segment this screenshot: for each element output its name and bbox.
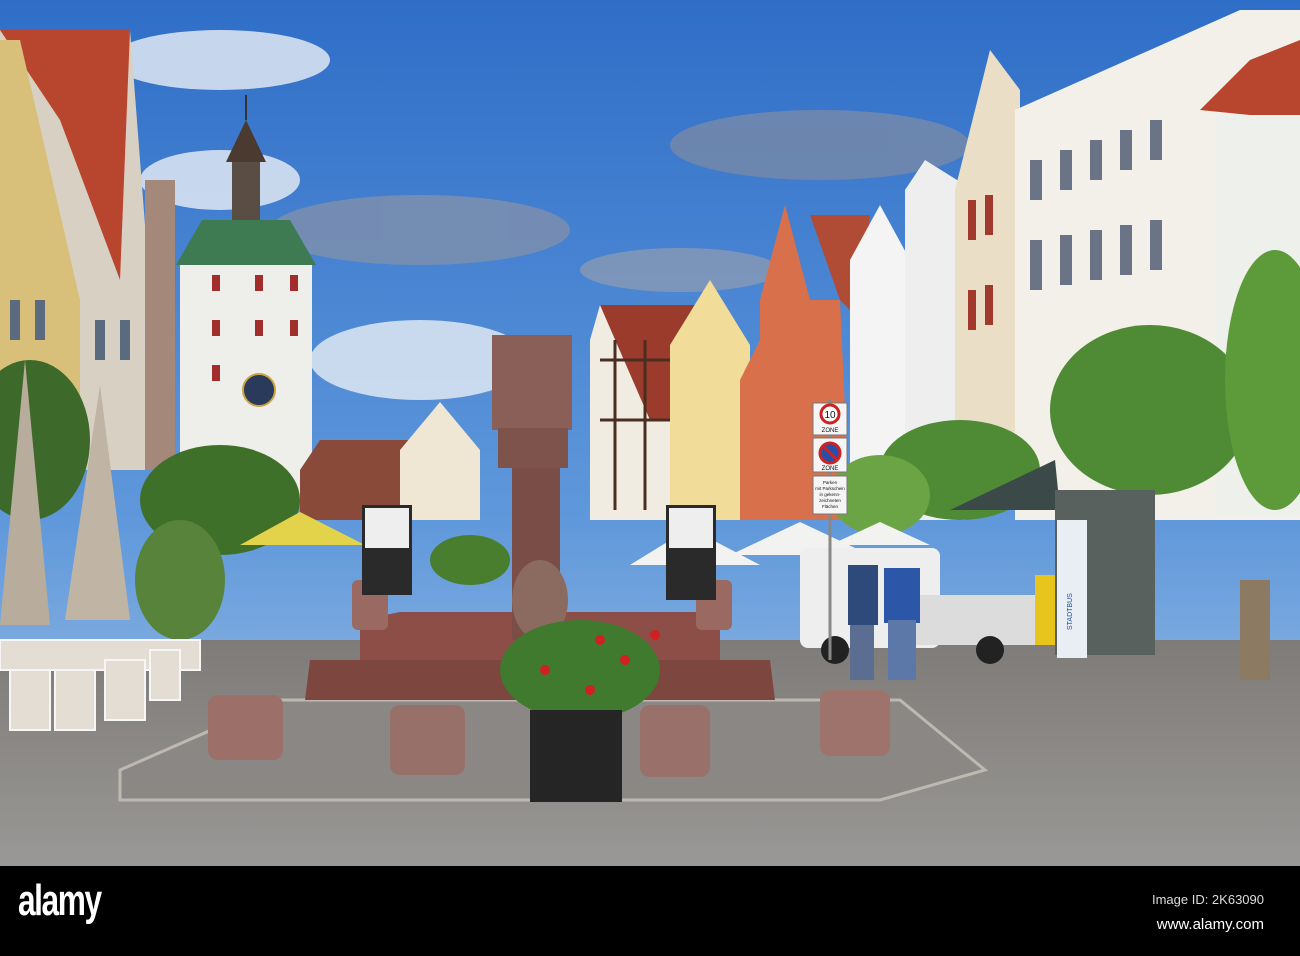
parking-text-3: in gekenn- <box>819 492 841 497</box>
bus-stop-label: STADTBUS <box>1067 593 1074 630</box>
town-square-photo: STADTBUS 10 ZONE ZONE Parken mit Parksch… <box>0 0 1300 866</box>
alamy-logo: alamy <box>18 876 102 925</box>
speed-zone-label: ZONE <box>822 428 839 434</box>
site-url: www.alamy.com <box>1156 916 1264 933</box>
speed-limit-number: 10 <box>824 410 836 421</box>
image-id: Image ID: 2K63090 <box>1151 892 1264 907</box>
parking-zone-label: ZONE <box>822 466 839 472</box>
stock-photo: STADTBUS 10 ZONE ZONE Parken mit Parksch… <box>0 0 1300 956</box>
parking-text-4: zeichneten <box>819 498 841 503</box>
parking-text-2: mit Parkschein <box>815 486 845 491</box>
parking-text-1: Parken <box>823 480 838 485</box>
watermark-bar: alamy Image ID: 2K63090 www.alamy.com <box>0 866 1300 956</box>
parking-text-5: Flächen <box>822 504 839 509</box>
